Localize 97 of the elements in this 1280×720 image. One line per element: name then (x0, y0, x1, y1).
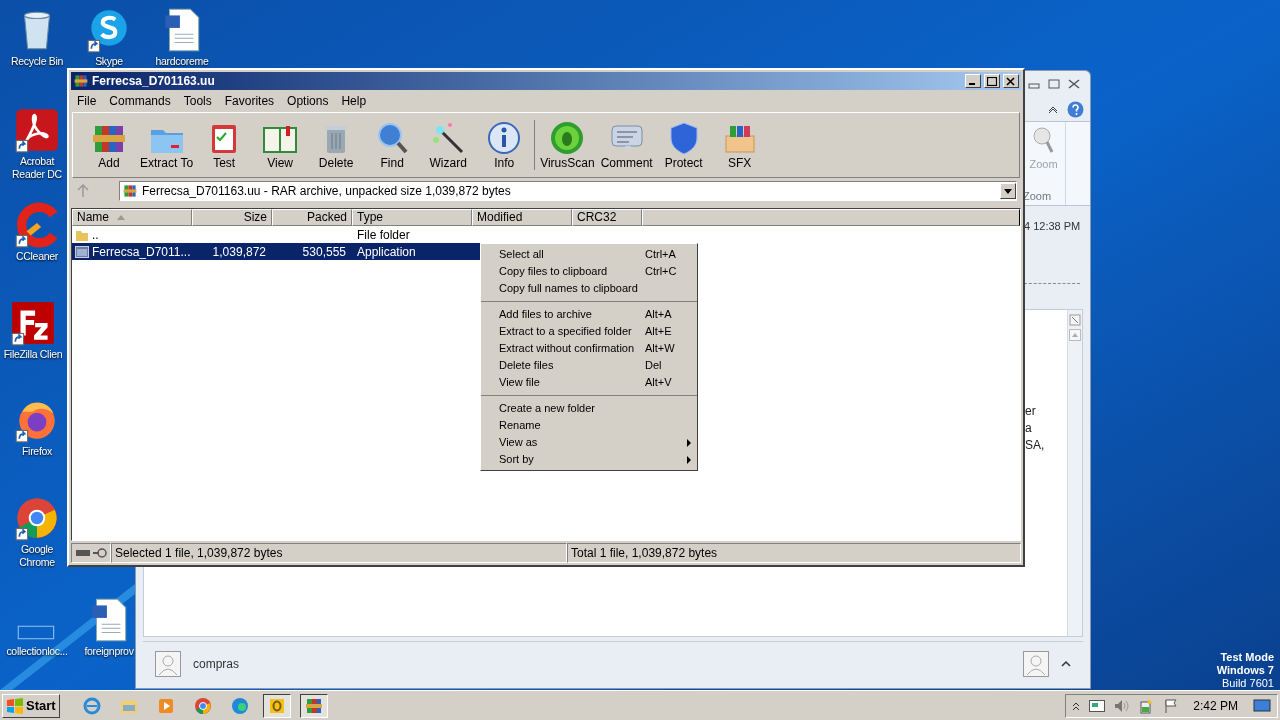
toolbar-button[interactable]: Extract To (139, 120, 195, 170)
sender-name: compras (193, 655, 240, 673)
minimize-button[interactable] (965, 74, 981, 88)
os-notice-text: Build 7601 (1222, 677, 1274, 690)
menu-item[interactable]: File (71, 91, 103, 111)
menu-item[interactable]: Favorites (218, 91, 281, 111)
key-icon (93, 548, 107, 558)
windows-logo-icon (6, 697, 24, 714)
desktop-icon-label: Google Chrome (18, 543, 56, 569)
sort-arrow-icon (117, 215, 125, 220)
column-header[interactable]: Size (192, 209, 272, 226)
collapse-icon[interactable] (1047, 104, 1059, 114)
avatar-icon (1023, 650, 1049, 677)
browser-icon (192, 695, 213, 716)
show-desktop-icon[interactable] (1253, 697, 1271, 714)
volume-icon[interactable] (1114, 698, 1131, 713)
column-header[interactable]: Name (72, 209, 192, 226)
toolbar-button[interactable]: Find (366, 120, 419, 170)
dropdown-arrow-icon[interactable] (1004, 188, 1012, 194)
menu-item[interactable]: View as (481, 434, 697, 451)
table-cell-text: 1,039,872 (211, 243, 267, 261)
toolbar-button[interactable]: Wizard (422, 120, 475, 170)
message-text: er (1025, 403, 1037, 420)
table-cell-text: Application (356, 243, 417, 261)
os-notice-text: Test Mode (1220, 651, 1274, 664)
toolbar-button[interactable]: View (254, 120, 307, 170)
desktop-icon-label: hardcoreme (154, 55, 210, 68)
browser-icon (81, 695, 102, 716)
minimize-icon (969, 82, 975, 85)
browser-icon (229, 695, 250, 716)
menu-item[interactable]: Extract to a specified folder Alt+E (481, 323, 697, 340)
toolbar-button[interactable]: SFX (713, 120, 766, 170)
file-row[interactable]: .. File folder (72, 226, 642, 243)
menu-item[interactable]: Sort by (481, 451, 697, 468)
flag-icon[interactable] (1164, 698, 1179, 713)
desktop-icon-label: CCleaner (15, 250, 59, 263)
table-cell-text: 530,555 (301, 243, 347, 261)
toolbar-button[interactable]: Test (198, 120, 251, 170)
table-cell-text: .. (92, 226, 99, 244)
table-cell-text: Ferrecsa_D7011... (92, 243, 191, 261)
menu-item[interactable]: Commands (103, 91, 177, 111)
menu-item[interactable]: View file Alt+V (481, 374, 697, 391)
column-header[interactable]: CRC32 (572, 209, 642, 226)
taskbar-app-button[interactable] (262, 693, 291, 718)
help-icon[interactable] (1067, 100, 1084, 118)
menu-item[interactable]: Copy files to clipboard Ctrl+C (481, 263, 697, 280)
message-text: SA, (1025, 437, 1046, 454)
desktop-icon-label: Skype (94, 55, 124, 68)
info-icon (486, 120, 523, 156)
maximize-icon[interactable] (1048, 79, 1060, 89)
expand-icon[interactable] (1061, 659, 1071, 668)
status-text: Selected 1 file, 1,039,872 bytes (111, 543, 567, 563)
desktop-icon-label: Acrobat Reader DC (11, 155, 63, 181)
archive-icon (73, 73, 89, 89)
column-header[interactable]: Packed (272, 209, 352, 226)
toolbar-button[interactable]: Delete (310, 120, 363, 170)
window-title: Ferrecsa_D701163.uu (92, 73, 216, 90)
network-icon[interactable] (1089, 699, 1106, 712)
desktop-icon-label: collectionloc... (5, 645, 69, 658)
toolbar-button[interactable]: VirusScan (539, 120, 596, 170)
desktop-icon-label: Firefox (21, 445, 53, 458)
application-icon (75, 245, 89, 258)
chevron-up-icon[interactable] (1072, 700, 1081, 711)
menu-item[interactable]: Copy full names to clipboard (481, 280, 697, 297)
desktop-icon-label: FileZilla Clien (2, 348, 64, 361)
status-text: Total 1 file, 1,039,872 bytes (567, 543, 1021, 563)
toolbar-button[interactable]: Protect (657, 120, 710, 170)
column-header[interactable]: Modified (472, 209, 572, 226)
menu-item[interactable]: Add files to archive Alt+A (481, 306, 697, 323)
message-text: a (1025, 420, 1033, 437)
avatar-icon (155, 650, 181, 677)
column-header[interactable]: Type (352, 209, 472, 226)
maximize-button[interactable] (984, 74, 1000, 88)
drive-icon (76, 550, 90, 556)
menu-item[interactable]: Tools (177, 91, 218, 111)
menu-item[interactable]: Rename (481, 417, 697, 434)
os-notice-text: Windows 7 (1216, 664, 1274, 677)
taskbar-app-button[interactable] (299, 693, 328, 718)
toolbar-button[interactable]: Add (83, 120, 135, 170)
desktop-icon-label: Recycle Bin (9, 55, 65, 68)
toolbar-button[interactable]: Comment (599, 120, 654, 170)
bug-icon (549, 120, 586, 156)
archive-icon (122, 183, 138, 199)
path-field[interactable]: Ferrecsa_D701163.uu - RAR archive, unpacked size 1,039,872 bytes (119, 181, 1017, 201)
table-cell-text: File folder (356, 226, 411, 244)
maximize-icon (987, 76, 997, 86)
menu-item[interactable]: Create a new folder (481, 400, 697, 417)
close-button[interactable] (1003, 74, 1019, 88)
close-icon (1006, 76, 1016, 86)
start-button[interactable]: Start (2, 693, 60, 718)
menu-item[interactable]: Help (335, 91, 373, 111)
menu-item[interactable]: Extract without confirmation Alt+W (481, 340, 697, 357)
menu-item[interactable]: Delete files Del (481, 357, 697, 374)
close-icon[interactable] (1068, 79, 1080, 89)
desktop-icon-label: foreignprov (83, 645, 135, 658)
menu-item[interactable]: Options (281, 91, 335, 111)
toolbar-button[interactable]: Info (478, 120, 531, 170)
